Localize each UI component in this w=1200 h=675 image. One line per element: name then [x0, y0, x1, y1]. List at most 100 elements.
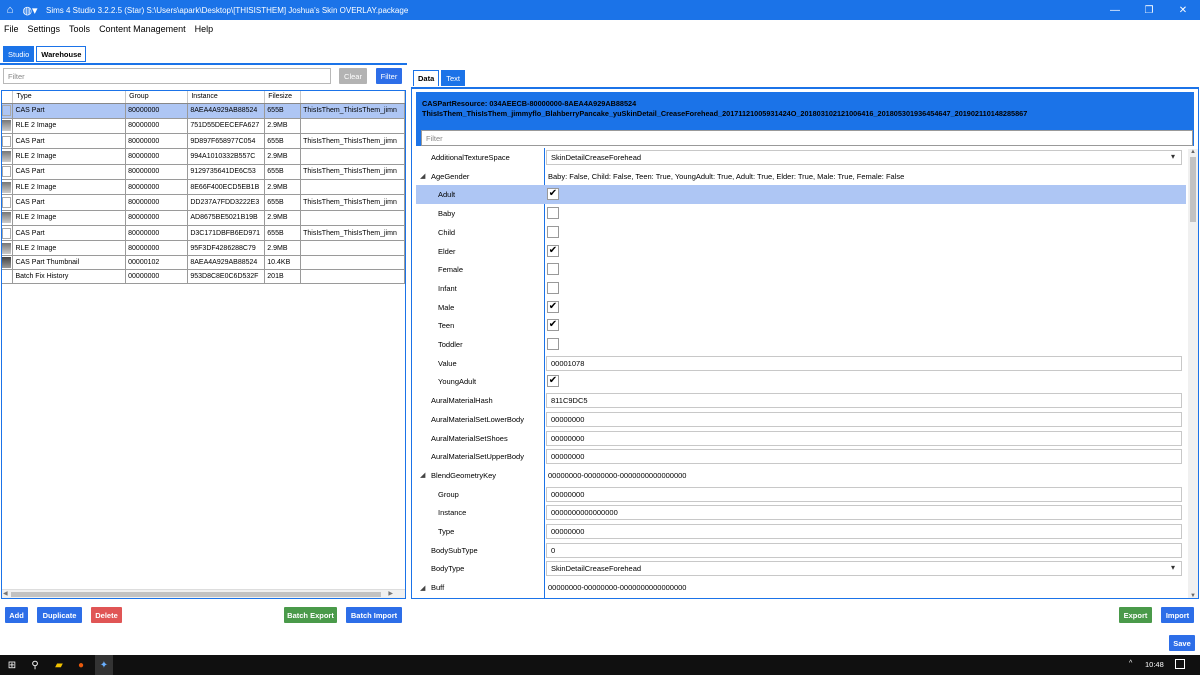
cell-type[interactable]: CAS Part — [12, 164, 127, 180]
cell-size[interactable]: 2.9MB — [264, 240, 302, 257]
property-value-input[interactable]: 00000000 — [546, 449, 1182, 465]
home-icon[interactable]: ⌂ — [0, 0, 20, 20]
property-row[interactable]: Type 00000000 — [416, 522, 1186, 541]
tab-text[interactable]: Text — [441, 70, 466, 86]
property-row[interactable]: BodySubType 0 — [416, 541, 1186, 560]
property-row[interactable]: Female — [416, 260, 1186, 279]
import-button[interactable]: Import — [1161, 607, 1194, 623]
scroll-left-icon[interactable]: ◀ — [3, 590, 8, 597]
cell-instance[interactable]: 8AEA4A929AB88524 — [187, 255, 266, 271]
cell-size[interactable]: 655B — [264, 103, 302, 119]
tab-studio[interactable]: Studio — [3, 46, 35, 62]
table-row[interactable]: CAS Part 80000000 9D897F658977C054 655B This… — [2, 133, 405, 150]
cell-size[interactable]: 2.9MB — [264, 210, 302, 226]
cell-type[interactable]: Batch Fix History — [12, 269, 127, 285]
expand-arrow-icon[interactable]: ◢ — [420, 471, 425, 479]
cell-group[interactable]: 00000000 — [125, 269, 189, 285]
add-button[interactable]: Add — [5, 607, 28, 623]
property-row[interactable]: AdditionalTextureSpace SkinDetailCreaseFo… — [416, 148, 1186, 167]
property-row[interactable]: Male ✔ — [416, 298, 1186, 317]
property-row[interactable]: ◢ Buff 00000000-00000000-0000000000000000 — [416, 578, 1186, 597]
table-row[interactable]: RLE 2 Image 80000000 AD8675BE5021B19B 2.9MB — [2, 210, 405, 226]
property-row[interactable]: AuralMaterialHash 811C9DC5 — [416, 391, 1186, 410]
property-row[interactable]: Infant — [416, 279, 1186, 298]
cell-name[interactable] — [300, 148, 405, 165]
property-row[interactable]: ◢ BlendGeometryKey 00000000-00000000-00000… — [416, 466, 1186, 485]
export-button[interactable]: Export — [1119, 607, 1152, 623]
cell-instance[interactable]: D3C171DBFB6ED971 — [187, 225, 266, 242]
table-row[interactable]: CAS Part 80000000 9129735641DE6C53 655B This… — [2, 164, 405, 180]
property-checkbox[interactable] — [547, 263, 559, 276]
cell-size[interactable]: 201B — [264, 269, 302, 285]
windows-start-icon[interactable]: ⊞ — [3, 655, 21, 675]
cell-group[interactable]: 80000000 — [125, 133, 189, 150]
cell-group[interactable]: 80000000 — [125, 179, 189, 196]
cell-instance[interactable]: DD237A7FDD3222E3 — [187, 194, 266, 211]
property-value-input[interactable]: 0000000000000000 — [546, 505, 1182, 521]
property-row[interactable]: Child — [416, 223, 1186, 242]
cell-size[interactable]: 655B — [264, 225, 302, 242]
cell-name[interactable]: ThisIsThem_ThisIsThem_jimn — [300, 164, 405, 180]
table-row[interactable]: CAS Part 80000000 DD237A7FDD3222E3 655B This… — [2, 194, 405, 211]
expand-arrow-icon[interactable]: ◢ — [420, 584, 425, 592]
cell-instance[interactable]: 8E66F400ECD5EB1B — [187, 179, 266, 196]
cell-type[interactable]: CAS Part — [12, 194, 127, 211]
cell-name[interactable]: ThisIsThem_ThisIsThem_jimn — [300, 103, 405, 119]
property-checkbox[interactable] — [547, 281, 559, 294]
cell-group[interactable]: 00000102 — [125, 255, 189, 271]
tab-data[interactable]: Data — [413, 70, 440, 86]
cell-size[interactable]: 2.9MB — [264, 148, 302, 165]
property-dropdown[interactable]: SkinDetailCreaseForehead — [546, 150, 1182, 165]
cell-size[interactable]: 2.9MB — [264, 118, 302, 135]
property-filter-input[interactable]: Filter — [421, 130, 1193, 146]
menu-settings[interactable]: Settings — [28, 24, 61, 34]
cell-instance[interactable]: 751D55DEECEFA627 — [187, 118, 266, 135]
property-row[interactable]: Group 00000000 — [416, 485, 1186, 504]
cell-group[interactable]: 80000000 — [125, 164, 189, 180]
property-checkbox[interactable]: ✔ — [547, 244, 559, 257]
cell-size[interactable]: 655B — [264, 194, 302, 211]
table-row[interactable]: RLE 2 Image 80000000 8E66F400ECD5EB1B 2.9MB — [2, 179, 405, 196]
save-button[interactable]: Save — [1169, 635, 1195, 651]
cell-name[interactable]: ThisIsThem_ThisIsThem_jimn — [300, 133, 405, 150]
menu-content-management[interactable]: Content Management — [99, 24, 186, 34]
menu-file[interactable]: File — [4, 24, 19, 34]
tray-chevron-icon[interactable]: ^ — [1129, 660, 1132, 667]
property-row[interactable]: AuralMaterialSetUpperBody 00000000 — [416, 447, 1186, 466]
column-header-filesize[interactable]: Filesize — [264, 91, 302, 104]
property-row[interactable]: BodyType SkinDetailCreaseForehead — [416, 559, 1186, 578]
batch-import-button[interactable]: Batch Import — [346, 607, 402, 623]
scroll-down-icon[interactable]: ▼ — [1190, 593, 1196, 598]
table-row[interactable]: Batch Fix History 00000000 953D8C8E0C6D532… — [2, 269, 405, 285]
cell-type[interactable]: RLE 2 Image — [12, 240, 127, 257]
property-row[interactable]: Adult ✔ — [416, 185, 1186, 205]
scroll-right-icon[interactable]: ▶ — [388, 590, 393, 597]
menu-help[interactable]: Help — [195, 24, 214, 34]
restore-button[interactable]: ❐ — [1132, 0, 1166, 20]
property-row[interactable]: Elder ✔ — [416, 242, 1186, 261]
cell-name[interactable] — [300, 255, 405, 271]
table-row[interactable]: CAS Part 80000000 D3C171DBFB6ED971 655B This… — [2, 225, 405, 242]
property-row[interactable]: Instance 0000000000000000 — [416, 503, 1186, 522]
property-value-input[interactable]: 00000000 — [546, 486, 1182, 502]
expand-arrow-icon[interactable]: ◢ — [420, 172, 425, 180]
property-value-input[interactable]: 811C9DC5 — [546, 393, 1182, 409]
property-row[interactable]: Toddler — [416, 335, 1186, 354]
cell-type[interactable]: CAS Part Thumbnail — [12, 255, 127, 271]
vertical-scroll-thumb[interactable] — [1190, 157, 1196, 222]
resource-filter-input[interactable]: Filter — [3, 68, 331, 84]
sims4studio-icon[interactable]: ✦ — [95, 655, 113, 675]
scroll-thumb[interactable] — [11, 592, 381, 597]
table-row[interactable]: RLE 2 Image 80000000 95F3DF4286288C79 2.9MB — [2, 240, 405, 257]
cell-instance[interactable]: 994A1010332B557C — [187, 148, 266, 165]
property-checkbox[interactable]: ✔ — [547, 188, 559, 201]
palette-icon[interactable]: ◍▾ — [20, 0, 40, 20]
cell-name[interactable] — [300, 240, 405, 257]
cell-group[interactable]: 80000000 — [125, 240, 189, 257]
cell-name[interactable] — [300, 179, 405, 196]
cell-type[interactable]: CAS Part — [12, 103, 127, 119]
cell-instance[interactable]: 8AEA4A929AB88524 — [187, 103, 266, 119]
minimize-button[interactable]: — — [1098, 0, 1132, 20]
property-checkbox[interactable]: ✔ — [547, 319, 559, 332]
cell-group[interactable]: 80000000 — [125, 210, 189, 226]
